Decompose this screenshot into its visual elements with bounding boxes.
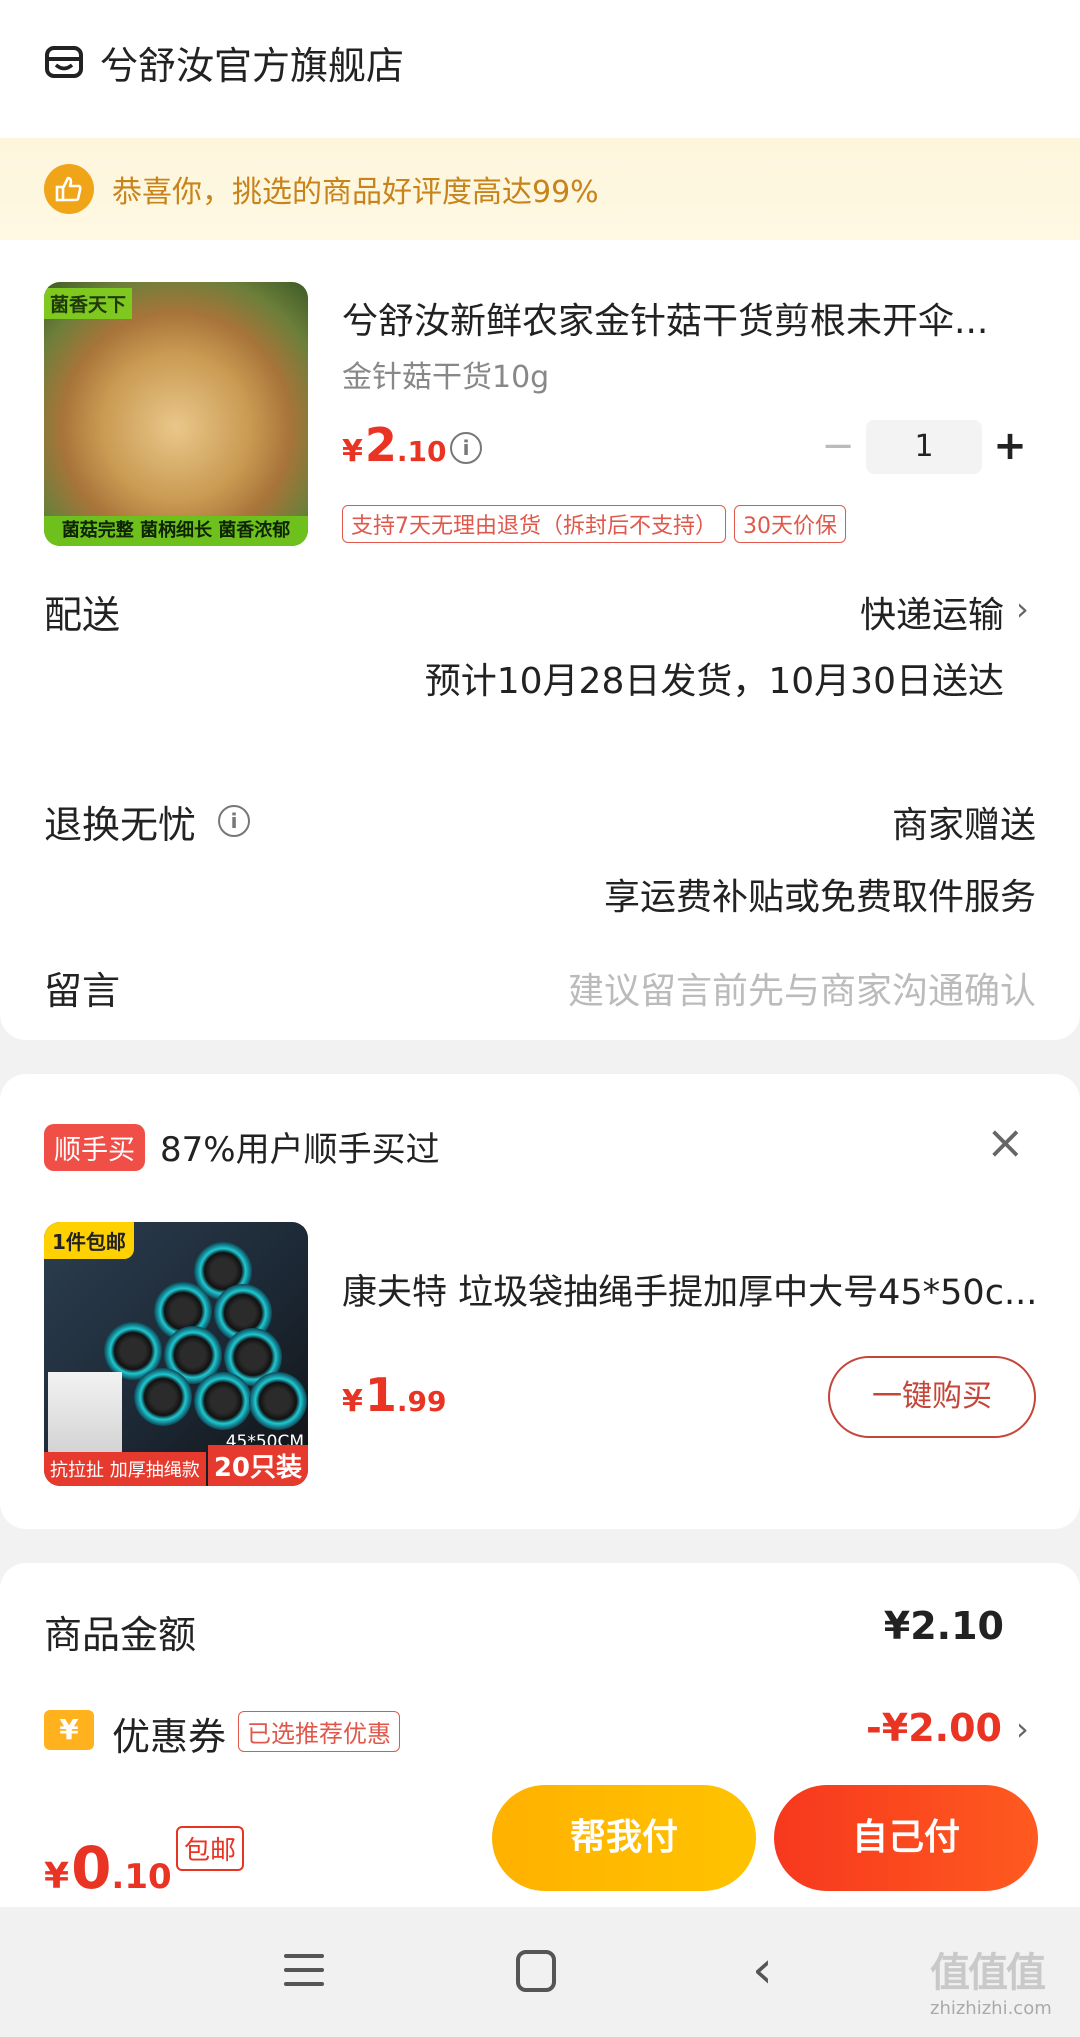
price-integer: 2 — [364, 418, 397, 472]
free-shipping-badge: 包邮 — [176, 1826, 245, 1871]
returns-info-icon[interactable]: i — [218, 805, 250, 837]
product-image-tag: 菌香天下 — [44, 288, 133, 319]
quantity-increase-button[interactable]: + — [990, 424, 1030, 470]
rating-banner: 恭喜你，挑选的商品好评度高达99% — [0, 138, 1080, 240]
info-icon[interactable]: i — [450, 432, 482, 464]
addon-image-caption: 抗拉扯 加厚抽绳款 — [44, 1452, 206, 1486]
returns-value: 商家赠送 — [891, 805, 1036, 846]
total-price: ¥ 0 .10 — [44, 1834, 172, 1902]
price-integer: 0 — [71, 1834, 112, 1902]
currency-symbol: ¥ — [342, 434, 363, 469]
price-decimal: .10 — [396, 435, 447, 468]
recent-apps-icon[interactable] — [284, 1950, 324, 1990]
price-decimal: .10 — [111, 1857, 172, 1897]
message-input[interactable]: 建议留言前先与商家沟通确认 — [568, 962, 1036, 1014]
goods-amount-label: 商品金额 — [44, 1613, 197, 1657]
message-label: 留言 — [44, 969, 121, 1013]
store-header[interactable]: 兮舒汝官方旗舰店 — [44, 36, 404, 88]
banner-text: 恭喜你，挑选的商品好评度高达99% — [112, 175, 599, 210]
one-click-buy-button[interactable]: 一键购买 — [828, 1356, 1036, 1438]
chevron-right-icon[interactable]: › — [1016, 1710, 1029, 1748]
delivery-method[interactable]: 快递运输 — [860, 586, 1004, 638]
currency-symbol: ¥ — [342, 1384, 363, 1419]
coupon-discount[interactable]: -¥2.00 — [860, 1706, 1002, 1750]
back-icon[interactable]: ‹ — [752, 1944, 773, 1996]
help-me-pay-button[interactable]: 帮我付 — [492, 1785, 756, 1891]
delivery-label: 配送 — [44, 593, 121, 637]
goods-amount-value: ¥2.10 — [883, 1604, 1004, 1648]
service-badges: 支持7天无理由退货（拆封后不支持） 30天价保 — [342, 505, 846, 543]
addon-price: ¥ 1 .99 — [342, 1368, 447, 1422]
store-icon — [45, 46, 83, 78]
returns-sub: 享运费补贴或免费取件服务 — [603, 877, 1036, 918]
delivery-estimate: 预计10月28日发货，10月30日送达 — [424, 661, 1004, 702]
return-policy-badge: 支持7天无理由退货（拆封后不支持） — [342, 505, 726, 543]
coupon-label[interactable]: 优惠券 — [112, 1706, 226, 1761]
quantity-decrease-button[interactable]: − — [820, 426, 856, 468]
price-decimal: .99 — [396, 1385, 447, 1418]
coupon-icon: ¥ — [44, 1710, 94, 1750]
coupon-tag: 已选推荐优惠 — [238, 1711, 400, 1752]
addon-image[interactable]: 1件包邮 45*50CM 抗拉扯 加厚抽绳款 20只装 — [44, 1222, 308, 1486]
addon-badge: 顺手买 — [44, 1124, 145, 1171]
home-icon[interactable] — [516, 1950, 556, 1992]
addon-image-tag: 1件包邮 — [44, 1222, 134, 1259]
watermark-url: zhizhizhi.com — [930, 1998, 1052, 2019]
currency-symbol: ¥ — [44, 1856, 70, 1897]
product-image-caption: 菌菇完整 菌柄细长 菌香浓郁 — [44, 516, 308, 546]
pay-myself-button[interactable]: 自己付 — [774, 1785, 1038, 1891]
product-image[interactable]: 菌香天下 菌菇完整 菌柄细长 菌香浓郁 — [44, 282, 308, 546]
returns-label: 退换无忧 — [44, 803, 197, 847]
product-spec[interactable]: 金针菇干货10g — [342, 352, 549, 396]
price-integer: 1 — [364, 1368, 397, 1422]
addon-image-count: 20只装 — [207, 1445, 308, 1486]
store-name: 兮舒汝官方旗舰店 — [100, 43, 405, 88]
addon-title[interactable]: 康夫特 垃圾袋抽绳手提加厚中大号45*50c... — [342, 1264, 1042, 1315]
thumbs-up-icon — [44, 164, 94, 214]
product-price: ¥ 2 .10 — [342, 418, 447, 472]
product-title[interactable]: 兮舒汝新鲜农家金针菇干货剪根未开伞... — [342, 292, 1042, 344]
chevron-right-icon[interactable]: › — [1016, 590, 1029, 628]
addon-headline: 87%用户顺手买过 — [160, 1130, 440, 1170]
price-protect-badge: 30天价保 — [734, 505, 846, 543]
quantity-input[interactable]: 1 — [866, 420, 982, 474]
watermark: 值值值 — [930, 1950, 1046, 1996]
close-icon[interactable]: × — [986, 1118, 1025, 1166]
